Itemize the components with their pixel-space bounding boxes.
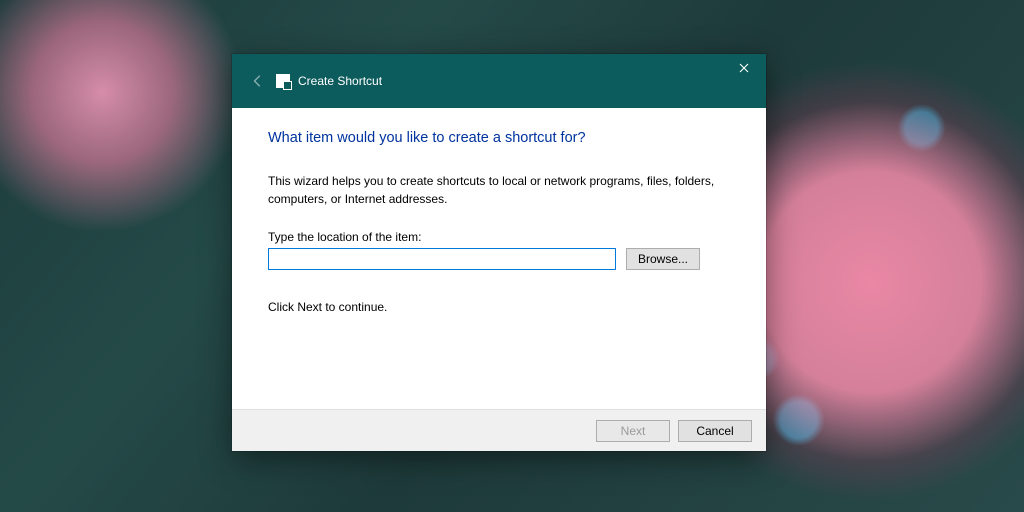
page-heading: What item would you like to create a sho… [268,130,730,146]
desktop-background: Create Shortcut What item would you like… [0,0,1024,512]
close-icon [739,63,749,73]
browse-button[interactable]: Browse... [626,248,700,270]
next-button[interactable]: Next [596,420,670,442]
cancel-button[interactable]: Cancel [678,420,752,442]
shortcut-icon [276,74,290,88]
dialog-content: What item would you like to create a sho… [232,108,766,409]
continue-hint: Click Next to continue. [268,300,730,314]
close-button[interactable] [721,54,766,82]
back-button[interactable] [246,69,270,93]
titlebar-title: Create Shortcut [298,74,382,88]
page-description: This wizard helps you to create shortcut… [268,172,718,208]
location-row: Browse... [268,248,730,270]
location-label: Type the location of the item: [268,230,730,244]
titlebar: Create Shortcut [232,54,766,108]
back-arrow-icon [251,74,265,88]
dialog-footer: Next Cancel [232,409,766,451]
create-shortcut-dialog: Create Shortcut What item would you like… [232,54,766,451]
location-input[interactable] [268,248,616,270]
